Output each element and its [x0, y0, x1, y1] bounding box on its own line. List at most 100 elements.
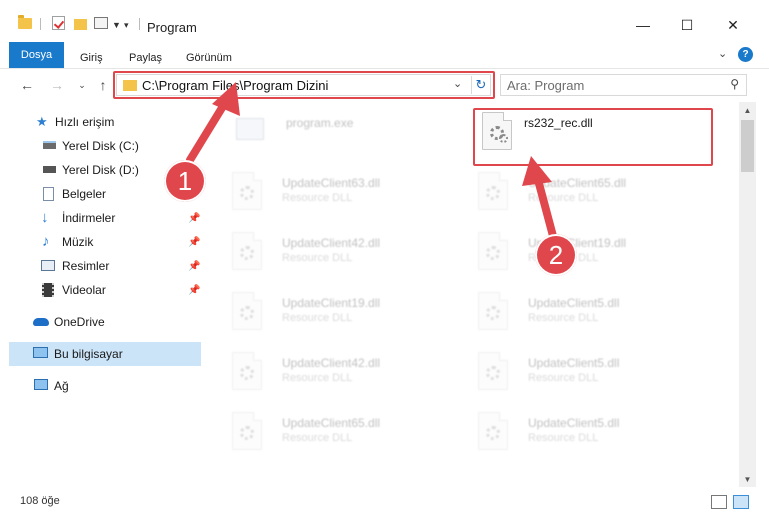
star-icon: ★ [36, 114, 48, 129]
file-item[interactable]: program.exe [232, 110, 472, 162]
search-icon[interactable]: ⚲ [730, 77, 739, 91]
video-icon [42, 283, 54, 297]
expand-ribbon-icon[interactable]: ⌄ [718, 47, 727, 60]
file-type: Resource DLL [282, 372, 353, 384]
folder-icon [18, 15, 32, 29]
gear-icon [486, 246, 500, 260]
close-button[interactable]: ✕ [718, 14, 748, 36]
details-view-icon[interactable] [711, 495, 727, 509]
documents-icon [43, 187, 54, 201]
document-icon [232, 352, 262, 390]
sidebar-item-label: Bu bilgisayar [54, 347, 123, 361]
sidebar-item-this-pc[interactable]: Bu bilgisayar [9, 342, 201, 366]
file-name: UpdateClient5.dll [528, 296, 620, 310]
file-item[interactable]: UpdateClient5.dll Resource DLL [474, 290, 714, 342]
file-item[interactable]: UpdateClient65.dll Resource DLL [228, 410, 468, 462]
step-2-badge: 2 [535, 234, 577, 276]
file-item[interactable]: UpdateClient19.dll Resource DLL [474, 230, 714, 282]
file-item[interactable]: UpdateClient65.dll Resource DLL [474, 170, 714, 222]
file-type: Resource DLL [528, 192, 599, 204]
cloud-icon [33, 318, 49, 326]
pin-icon[interactable]: 📌 [188, 213, 200, 224]
up-button[interactable]: ↑ [92, 75, 114, 95]
back-button[interactable]: ← [16, 75, 38, 95]
dll-file-icon [474, 350, 508, 392]
sidebar-item-downloads[interactable]: ↓ İndirmeler 📌 [0, 206, 203, 230]
sidebar-item-local-disk-c[interactable]: Yerel Disk (C:) [0, 134, 203, 158]
dll-file-icon [474, 290, 508, 332]
tab-home[interactable]: Giriş [80, 47, 103, 69]
dll-file-icon [474, 230, 508, 272]
pin-icon[interactable]: 📌 [188, 285, 200, 296]
music-icon: ♪ [42, 233, 50, 250]
file-item[interactable]: UpdateClient63.dll Resource DLL [228, 170, 468, 222]
sidebar-item-label: Belgeler [62, 187, 107, 201]
drive-icon [43, 141, 56, 149]
separator [40, 18, 41, 30]
sidebar-item-videos[interactable]: Videolar 📌 [0, 278, 203, 302]
document-icon [232, 172, 262, 210]
computer-icon [33, 347, 48, 358]
file-item[interactable]: UpdateClient42.dll Resource DLL [228, 230, 468, 282]
gear-icon [486, 426, 500, 440]
recent-locations-icon[interactable]: ⌄ [71, 75, 93, 95]
gear-icon [240, 306, 254, 320]
tab-view[interactable]: Görünüm [186, 47, 232, 69]
sidebar-item-label: Ağ [54, 379, 69, 393]
step-1-badge: 1 [164, 160, 206, 202]
customize-toolbar-icon[interactable]: ▾ [124, 20, 129, 31]
pictures-icon [41, 260, 55, 271]
chevron-down-icon[interactable]: ▼ [112, 20, 121, 30]
sidebar-item-music[interactable]: ♪ Müzik 📌 [0, 230, 203, 254]
dll-file-icon [228, 410, 262, 452]
gear-icon [240, 186, 254, 200]
dll-file-icon [228, 350, 262, 392]
item-count: 108 öğe [20, 495, 60, 507]
title-bar: ▼ ▾ Program — ☐ ✕ [0, 0, 769, 42]
properties-check-icon[interactable] [52, 16, 65, 30]
maximize-button[interactable]: ☐ [672, 14, 702, 36]
sidebar-item-label: İndirmeler [62, 211, 116, 225]
file-item[interactable]: UpdateClient19.dll Resource DLL [228, 290, 468, 342]
vertical-scrollbar[interactable]: ▲ ▼ [739, 102, 756, 487]
file-name: program.exe [286, 116, 354, 130]
file-type: Resource DLL [282, 432, 353, 444]
application-icon [232, 110, 266, 152]
sidebar-item-label: Yerel Disk (C:) [62, 139, 139, 153]
minimize-button[interactable]: — [628, 14, 658, 36]
pin-icon[interactable]: 📌 [188, 261, 200, 272]
help-icon[interactable]: ? [738, 47, 753, 62]
file-name: UpdateClient19.dll [282, 296, 381, 310]
file-highlight [473, 108, 713, 166]
forward-button[interactable]: → [46, 75, 68, 95]
file-type: Resource DLL [282, 192, 353, 204]
drive-icon [43, 166, 56, 173]
file-name: UpdateClient42.dll [282, 236, 381, 250]
download-icon: ↓ [41, 209, 49, 226]
pin-icon[interactable]: 📌 [188, 237, 200, 248]
sidebar-item-quick-access[interactable]: ★ Hızlı erişim [0, 110, 203, 134]
scroll-down-icon[interactable]: ▼ [739, 471, 756, 487]
new-folder-icon[interactable] [74, 19, 87, 30]
scroll-up-icon[interactable]: ▲ [739, 102, 756, 118]
file-name: UpdateClient42.dll [282, 356, 381, 370]
file-item[interactable]: UpdateClient42.dll Resource DLL [228, 350, 468, 402]
tab-share[interactable]: Paylaş [129, 47, 162, 69]
sidebar-item-pictures[interactable]: Resimler 📌 [0, 254, 203, 278]
gear-icon [486, 186, 500, 200]
sidebar-item-network[interactable]: Ağ [0, 374, 203, 398]
file-item[interactable]: UpdateClient5.dll Resource DLL [474, 350, 714, 402]
search-box[interactable]: ⚲ [500, 74, 747, 96]
sidebar-item-label: Hızlı erişim [55, 115, 115, 129]
search-input[interactable] [507, 77, 717, 93]
dll-file-icon [474, 170, 508, 212]
sidebar-item-label: Resimler [62, 259, 110, 273]
file-type: Resource DLL [528, 432, 599, 444]
dll-file-icon [228, 230, 262, 272]
sidebar-item-onedrive[interactable]: OneDrive [0, 310, 203, 334]
large-icons-view-icon[interactable] [733, 495, 749, 509]
file-item[interactable]: UpdateClient5.dll Resource DLL [474, 410, 714, 462]
tab-file[interactable]: Dosya [9, 42, 64, 68]
quick-access-menu-icon[interactable] [94, 17, 108, 29]
scroll-thumb[interactable] [741, 120, 754, 172]
